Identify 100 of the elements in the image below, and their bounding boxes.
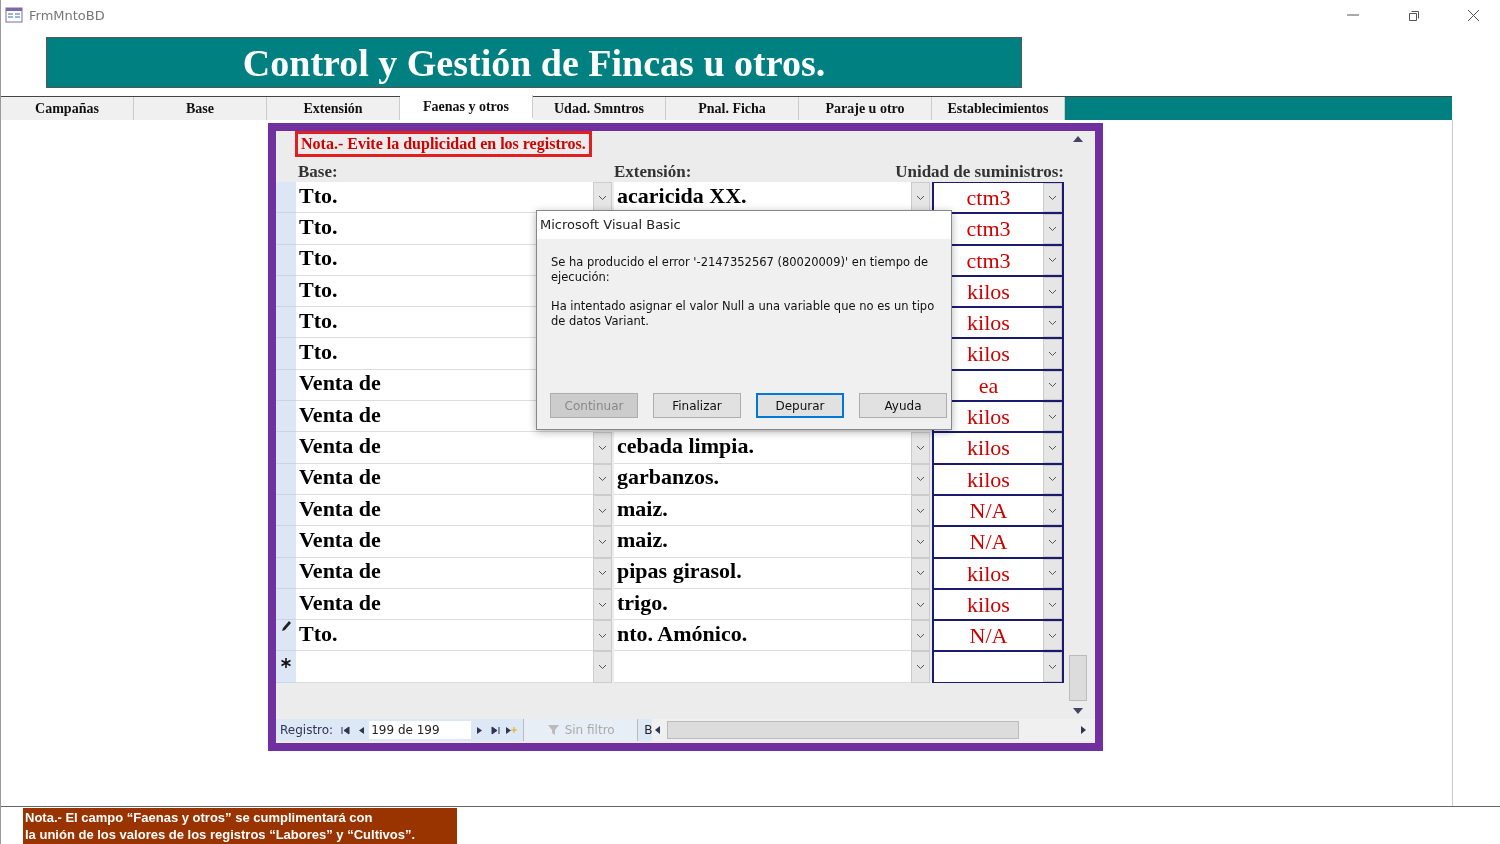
chevron-down-icon [1048, 319, 1057, 326]
new-record-icon [505, 725, 518, 735]
unit-field[interactable]: N/A [932, 526, 1064, 558]
base-field[interactable]: Venta de [296, 432, 593, 464]
chevron-down-icon [598, 538, 607, 545]
column-label: Unidad de suministros: [894, 162, 1064, 182]
chevron-down-icon [1048, 382, 1057, 389]
dialog-button[interactable]: Depurar [756, 393, 844, 418]
chevron-down-icon [916, 476, 925, 483]
chevron-down-icon [1048, 288, 1057, 295]
dropdown-button[interactable] [1043, 370, 1062, 401]
restore-icon [1407, 9, 1419, 21]
last-icon [490, 725, 500, 735]
horizontal-scrollbar[interactable] [652, 719, 1095, 741]
search-field[interactable]: B [644, 723, 653, 737]
first-icon [340, 725, 350, 735]
extension-field[interactable]: maiz. [614, 494, 911, 527]
close-icon [1466, 8, 1480, 22]
tab[interactable]: Udad. Smntros [533, 97, 666, 120]
unit-field[interactable]: ctm3 [932, 182, 1064, 214]
scroll-right-icon[interactable] [1080, 725, 1087, 735]
unit-field[interactable]: N/A [932, 494, 1064, 527]
chevron-down-icon [916, 445, 925, 451]
base-field[interactable]: Venta de [296, 526, 593, 558]
column-label: Base: [298, 162, 339, 182]
tab[interactable]: Pnal. Ficha [666, 97, 799, 120]
chevron-down-icon [598, 632, 607, 639]
unit-field[interactable]: kilos [932, 557, 1064, 589]
dropdown-button[interactable] [1043, 495, 1062, 526]
unit-field[interactable]: kilos [932, 588, 1064, 621]
base-field[interactable]: Tto. [296, 620, 593, 652]
dropdown-button[interactable] [1043, 621, 1062, 651]
dialog-button[interactable]: Finalizar [653, 393, 741, 418]
base-field[interactable] [296, 651, 593, 683]
scroll-down-icon[interactable] [1072, 707, 1084, 715]
unit-field[interactable]: kilos [932, 463, 1064, 495]
chevron-down-icon [598, 601, 607, 608]
row-selector[interactable] [276, 620, 296, 652]
filter-icon [546, 724, 561, 736]
chevron-down-icon [1048, 225, 1057, 232]
dropdown-button[interactable] [1043, 183, 1062, 213]
dropdown-button[interactable] [1043, 308, 1062, 338]
chevron-down-icon [916, 632, 925, 639]
dropdown-button[interactable] [1043, 402, 1062, 432]
scroll-left-icon[interactable] [654, 725, 662, 735]
triangle-right-icon [475, 725, 483, 735]
extension-field[interactable]: pipas girasol. [614, 557, 911, 589]
extension-field[interactable]: trigo. [614, 588, 911, 621]
base-field[interactable]: Venta de [296, 557, 593, 589]
unit-field[interactable] [932, 651, 1064, 683]
form-note: Nota.- Evite la duplicidad en los registros. [295, 131, 592, 157]
scroll-thumb[interactable] [1069, 655, 1087, 701]
chevron-down-icon [598, 507, 607, 514]
chevron-down-icon [1048, 476, 1057, 483]
chevron-down-icon [1048, 194, 1057, 201]
base-field[interactable]: Venta de [296, 463, 593, 495]
chevron-down-icon [1048, 570, 1057, 577]
unit-field[interactable]: N/A [932, 620, 1064, 652]
dropdown-button[interactable] [1043, 245, 1062, 275]
base-field[interactable]: Venta de [296, 588, 593, 621]
tab[interactable]: Establecimientos [932, 97, 1065, 120]
record-position-field[interactable]: 199 de 199 [369, 721, 472, 739]
dropdown-button[interactable] [1043, 589, 1062, 620]
base-field[interactable]: Tto. [296, 182, 593, 214]
dropdown-button[interactable] [1043, 276, 1062, 307]
scroll-up-icon[interactable] [1072, 135, 1084, 143]
tab[interactable]: Extensión [267, 97, 400, 120]
chevron-down-icon [916, 601, 925, 608]
extension-field[interactable]: garbanzos. [614, 463, 911, 495]
chevron-down-icon [916, 507, 925, 514]
asterisk-icon [280, 657, 292, 670]
extension-field[interactable] [614, 651, 911, 683]
tab[interactable]: Campañas [1, 97, 134, 120]
chevron-down-icon [1048, 538, 1057, 545]
row-selector[interactable] [276, 651, 296, 683]
tab[interactable]: Faenas y otros [400, 95, 533, 118]
dropdown-button[interactable] [1043, 464, 1062, 494]
form-icon [5, 7, 23, 23]
chevron-down-icon [598, 445, 607, 451]
chevron-down-icon [598, 664, 607, 671]
scroll-thumb[interactable] [667, 721, 1020, 739]
unit-field[interactable]: kilos [932, 432, 1064, 464]
extension-field[interactable]: cebada limpia. [614, 432, 911, 464]
chevron-down-icon [1048, 507, 1057, 514]
dropdown-button[interactable] [1043, 558, 1062, 588]
dialog-button[interactable]: Ayuda [859, 393, 947, 418]
footer-note: Nota.- El campo “Faenas y otros” se cumplimentará con la unión de los valores de los registros “Labores” y “Cultivos”. [23, 808, 457, 844]
chevron-down-icon [1048, 351, 1057, 358]
chevron-down-icon [1048, 413, 1057, 420]
extension-field[interactable]: maiz. [614, 526, 911, 558]
tab[interactable]: Base [134, 97, 267, 120]
tab[interactable]: Paraje u otro [799, 97, 932, 120]
chevron-down-icon [916, 570, 925, 577]
chevron-down-icon [1048, 257, 1057, 264]
extension-field[interactable]: nto. Amónico. [614, 620, 911, 652]
dialog-title: Microsoft Visual Basic [537, 211, 951, 239]
chevron-down-icon [1048, 632, 1057, 639]
chevron-down-icon [1048, 664, 1057, 671]
minimize-icon [1347, 14, 1359, 16]
base-field[interactable]: Venta de [296, 494, 593, 527]
